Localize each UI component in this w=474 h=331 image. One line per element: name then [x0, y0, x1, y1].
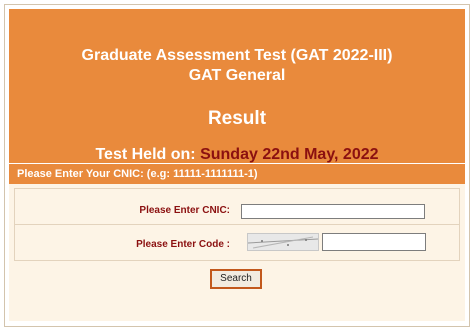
captcha-noise	[248, 236, 318, 249]
captcha-image	[247, 233, 319, 251]
held-label: Test Held on:	[95, 146, 196, 163]
cnic-label: Please Enter CNIC:	[139, 205, 230, 216]
cnic-input[interactable]	[241, 204, 425, 219]
header-panel: Graduate Assessment Test (GAT 2022-III) …	[9, 9, 465, 163]
test-subtitle: GAT General	[188, 67, 286, 84]
test-held-line: Test Held on: Sunday 22nd May, 2022	[9, 146, 465, 164]
form-row-divider	[14, 224, 460, 225]
test-title: Graduate Assessment Test (GAT 2022-III)	[81, 47, 393, 64]
cnic-instruction-bar: Please Enter Your CNIC: (e.g: 11111-1111…	[9, 163, 465, 184]
code-input[interactable]	[322, 233, 426, 251]
result-heading: Result	[207, 108, 267, 129]
code-label: Please Enter Code :	[136, 239, 230, 250]
held-date: Sunday 22nd May, 2022	[200, 146, 379, 163]
search-button[interactable]: Search	[210, 269, 262, 289]
